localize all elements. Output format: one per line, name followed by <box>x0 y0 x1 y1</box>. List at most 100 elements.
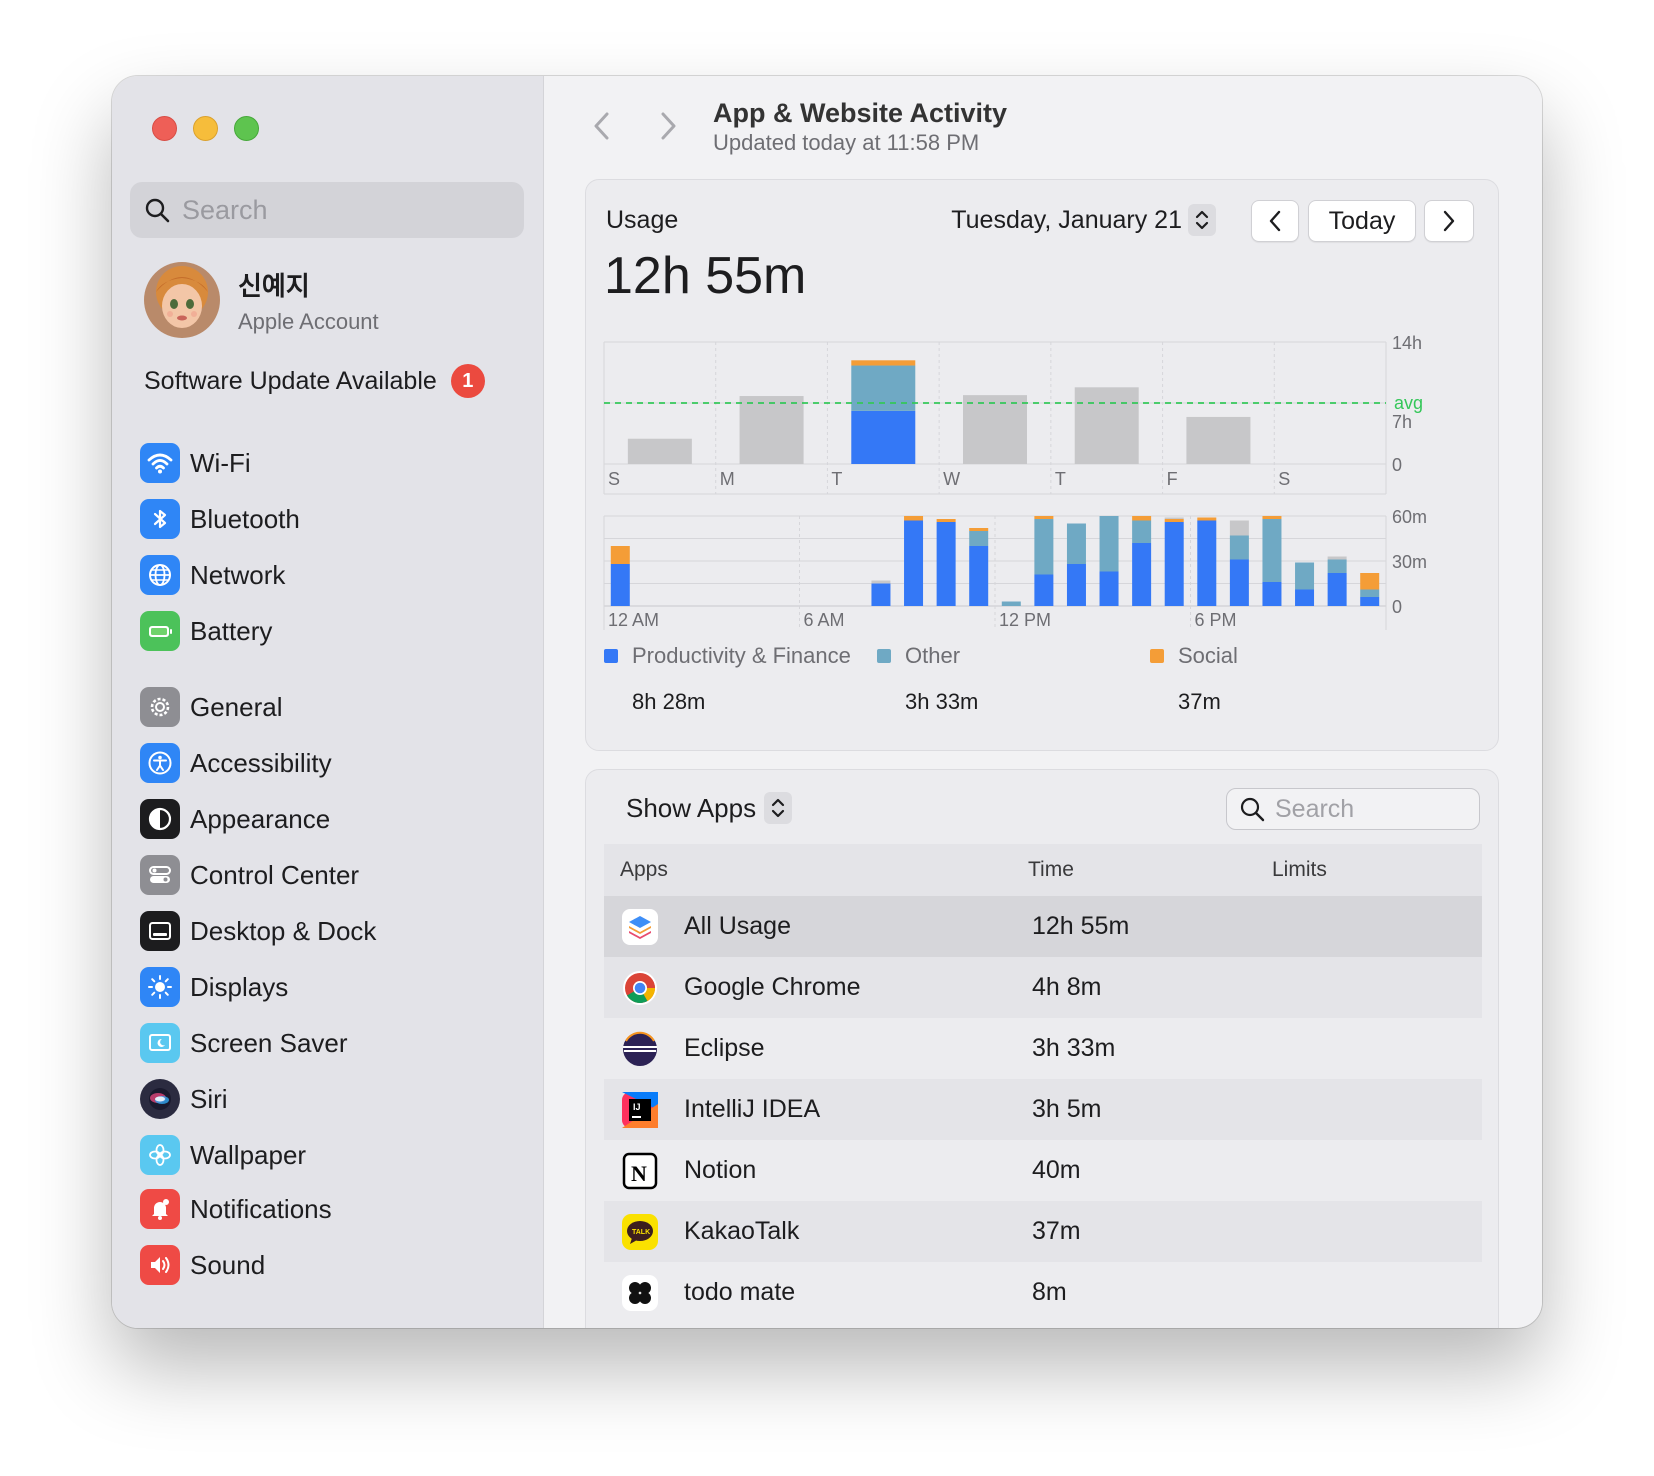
apple-account[interactable]: 신예지 Apple Account <box>144 262 379 338</box>
hour-bar-other <box>1229 535 1249 560</box>
sidebar-item-control-center[interactable]: Control Center <box>140 847 376 903</box>
settings-window: 신예지 Apple Account Software Update Availa… <box>112 76 1542 1328</box>
sidebar-item-desktop-dock[interactable]: Desktop & Dock <box>140 903 376 959</box>
sidebar-item-sound[interactable]: Sound <box>140 1237 332 1293</box>
hour-bar-productivity <box>1164 522 1184 606</box>
table-row[interactable]: TALK KakaoTalk 37m <box>604 1201 1482 1262</box>
next-day-button[interactable] <box>1424 200 1474 242</box>
table-row[interactable]: Google Chrome 4h 8m <box>604 957 1482 1018</box>
speaker-icon <box>140 1245 180 1285</box>
table-row[interactable]: todo mate 8m <box>604 1262 1482 1323</box>
y-tick-label: 0 <box>1392 597 1402 617</box>
sidebar-item-battery[interactable]: Battery <box>140 603 300 659</box>
sidebar: 신예지 Apple Account Software Update Availa… <box>112 76 544 1328</box>
hour-bar-other <box>1132 520 1152 543</box>
hour-bar-productivity <box>610 564 630 606</box>
table-row[interactable]: All Usage 12h 55m <box>604 896 1482 957</box>
sidebar-search[interactable] <box>130 182 524 238</box>
app-time: 3h 33m <box>1032 1034 1116 1062</box>
app-name: KakaoTalk <box>684 1217 800 1245</box>
hour-bar-productivity <box>1295 589 1315 606</box>
sidebar-item-appearance[interactable]: Appearance <box>140 791 376 847</box>
day-tick-label: S <box>608 469 620 489</box>
apps-search[interactable] <box>1226 788 1480 830</box>
date-selector[interactable]: Tuesday, January 21 <box>951 204 1216 236</box>
legend-value: 3h 33m <box>905 689 979 714</box>
apps-search-input[interactable] <box>1275 794 1455 824</box>
sidebar-group-system: General Accessibility Appearance Control… <box>140 679 376 1183</box>
day-tick-label: T <box>831 469 842 489</box>
back-button[interactable] <box>585 106 619 146</box>
table-row[interactable]: Eclipse 3h 33m <box>604 1018 1482 1079</box>
today-button[interactable]: Today <box>1308 200 1416 242</box>
hour-bar-social <box>1132 516 1152 521</box>
bluetooth-icon <box>140 499 180 539</box>
sidebar-item-screen-saver[interactable]: Screen Saver <box>140 1015 376 1071</box>
sidebar-search-input[interactable] <box>182 194 482 226</box>
previous-day-button[interactable] <box>1251 200 1299 242</box>
column-header-limits[interactable]: Limits <box>1272 858 1472 882</box>
hour-tick-label: 6 PM <box>1195 610 1237 630</box>
stepper-icon[interactable] <box>764 792 793 824</box>
stepper-icon[interactable] <box>1188 204 1216 236</box>
sidebar-item-bluetooth[interactable]: Bluetooth <box>140 491 300 547</box>
table-row[interactable]: N Notion 40m <box>604 1140 1482 1201</box>
sidebar-item-displays[interactable]: Displays <box>140 959 376 1015</box>
y-tick-label: 7h <box>1392 412 1412 432</box>
hour-bar-productivity <box>936 522 956 606</box>
column-header-time[interactable]: Time <box>1012 858 1272 882</box>
forward-button[interactable] <box>651 106 685 146</box>
usage-card: Usage 12h 55m Tuesday, January 21 Today … <box>585 179 1499 751</box>
chevron-right-icon <box>661 112 676 140</box>
close-button[interactable] <box>152 116 177 141</box>
minimize-button[interactable] <box>193 116 218 141</box>
software-update-label: Software Update Available <box>144 366 437 395</box>
column-header-apps[interactable]: Apps <box>604 858 1012 882</box>
sidebar-item-general[interactable]: General <box>140 679 376 735</box>
app-name: Notion <box>684 1156 757 1184</box>
sidebar-item-network[interactable]: Network <box>140 547 300 603</box>
wifi-icon <box>140 443 180 483</box>
y-tick-label: 0 <box>1392 455 1402 475</box>
day-bar-social <box>851 360 916 366</box>
update-count-badge: 1 <box>450 364 485 398</box>
day-bar-other <box>851 365 916 411</box>
software-update-item[interactable]: Software Update Available 1 <box>144 364 485 398</box>
sidebar-item-label: Notifications <box>190 1193 332 1224</box>
hour-bar-social <box>1164 519 1184 522</box>
page-subtitle: Updated today at 11:58 PM <box>713 130 980 155</box>
hour-bar-other <box>1295 562 1315 590</box>
app-name: Eclipse <box>684 1034 765 1062</box>
hour-bar-other <box>1034 519 1054 575</box>
bell-icon <box>140 1189 180 1229</box>
date-label: Tuesday, January 21 <box>951 205 1182 234</box>
table-row[interactable]: IJ IntelliJ IDEA 3h 5m <box>604 1079 1482 1140</box>
sidebar-item-siri[interactable]: Siri <box>140 1071 376 1127</box>
hour-bar-social <box>969 528 989 531</box>
hour-bar-social <box>610 546 630 564</box>
chrome-icon <box>620 968 660 1008</box>
app-name: All Usage <box>684 912 791 940</box>
account-name: 신예지 <box>238 271 310 302</box>
sidebar-item-notifications[interactable]: Notifications <box>140 1181 332 1237</box>
legend-item-social: Social 37m <box>1150 643 1238 715</box>
show-apps-selector[interactable]: Show Apps <box>626 792 793 824</box>
control-center-icon <box>140 855 180 895</box>
day-tick-label: M <box>720 469 735 489</box>
sidebar-item-label: Appearance <box>190 803 331 834</box>
legend-label: Social <box>1178 643 1238 668</box>
wallpaper-icon <box>140 1135 180 1175</box>
gear-icon <box>140 687 180 727</box>
hour-bar-productivity <box>1262 582 1282 606</box>
hour-bar-other <box>1001 601 1021 606</box>
sidebar-group-connectivity: Wi-Fi Bluetooth Network Battery <box>140 435 300 659</box>
sidebar-item-wifi[interactable]: Wi-Fi <box>140 435 300 491</box>
day-tick-label: T <box>1055 469 1066 489</box>
y-tick-label: 60m <box>1392 510 1427 527</box>
sidebar-item-label: Siri <box>190 1083 228 1114</box>
history-navigation <box>585 106 685 146</box>
sidebar-item-wallpaper[interactable]: Wallpaper <box>140 1127 376 1183</box>
zoom-button[interactable] <box>234 116 259 141</box>
day-bar <box>1186 416 1251 464</box>
sidebar-item-accessibility[interactable]: Accessibility <box>140 735 376 791</box>
